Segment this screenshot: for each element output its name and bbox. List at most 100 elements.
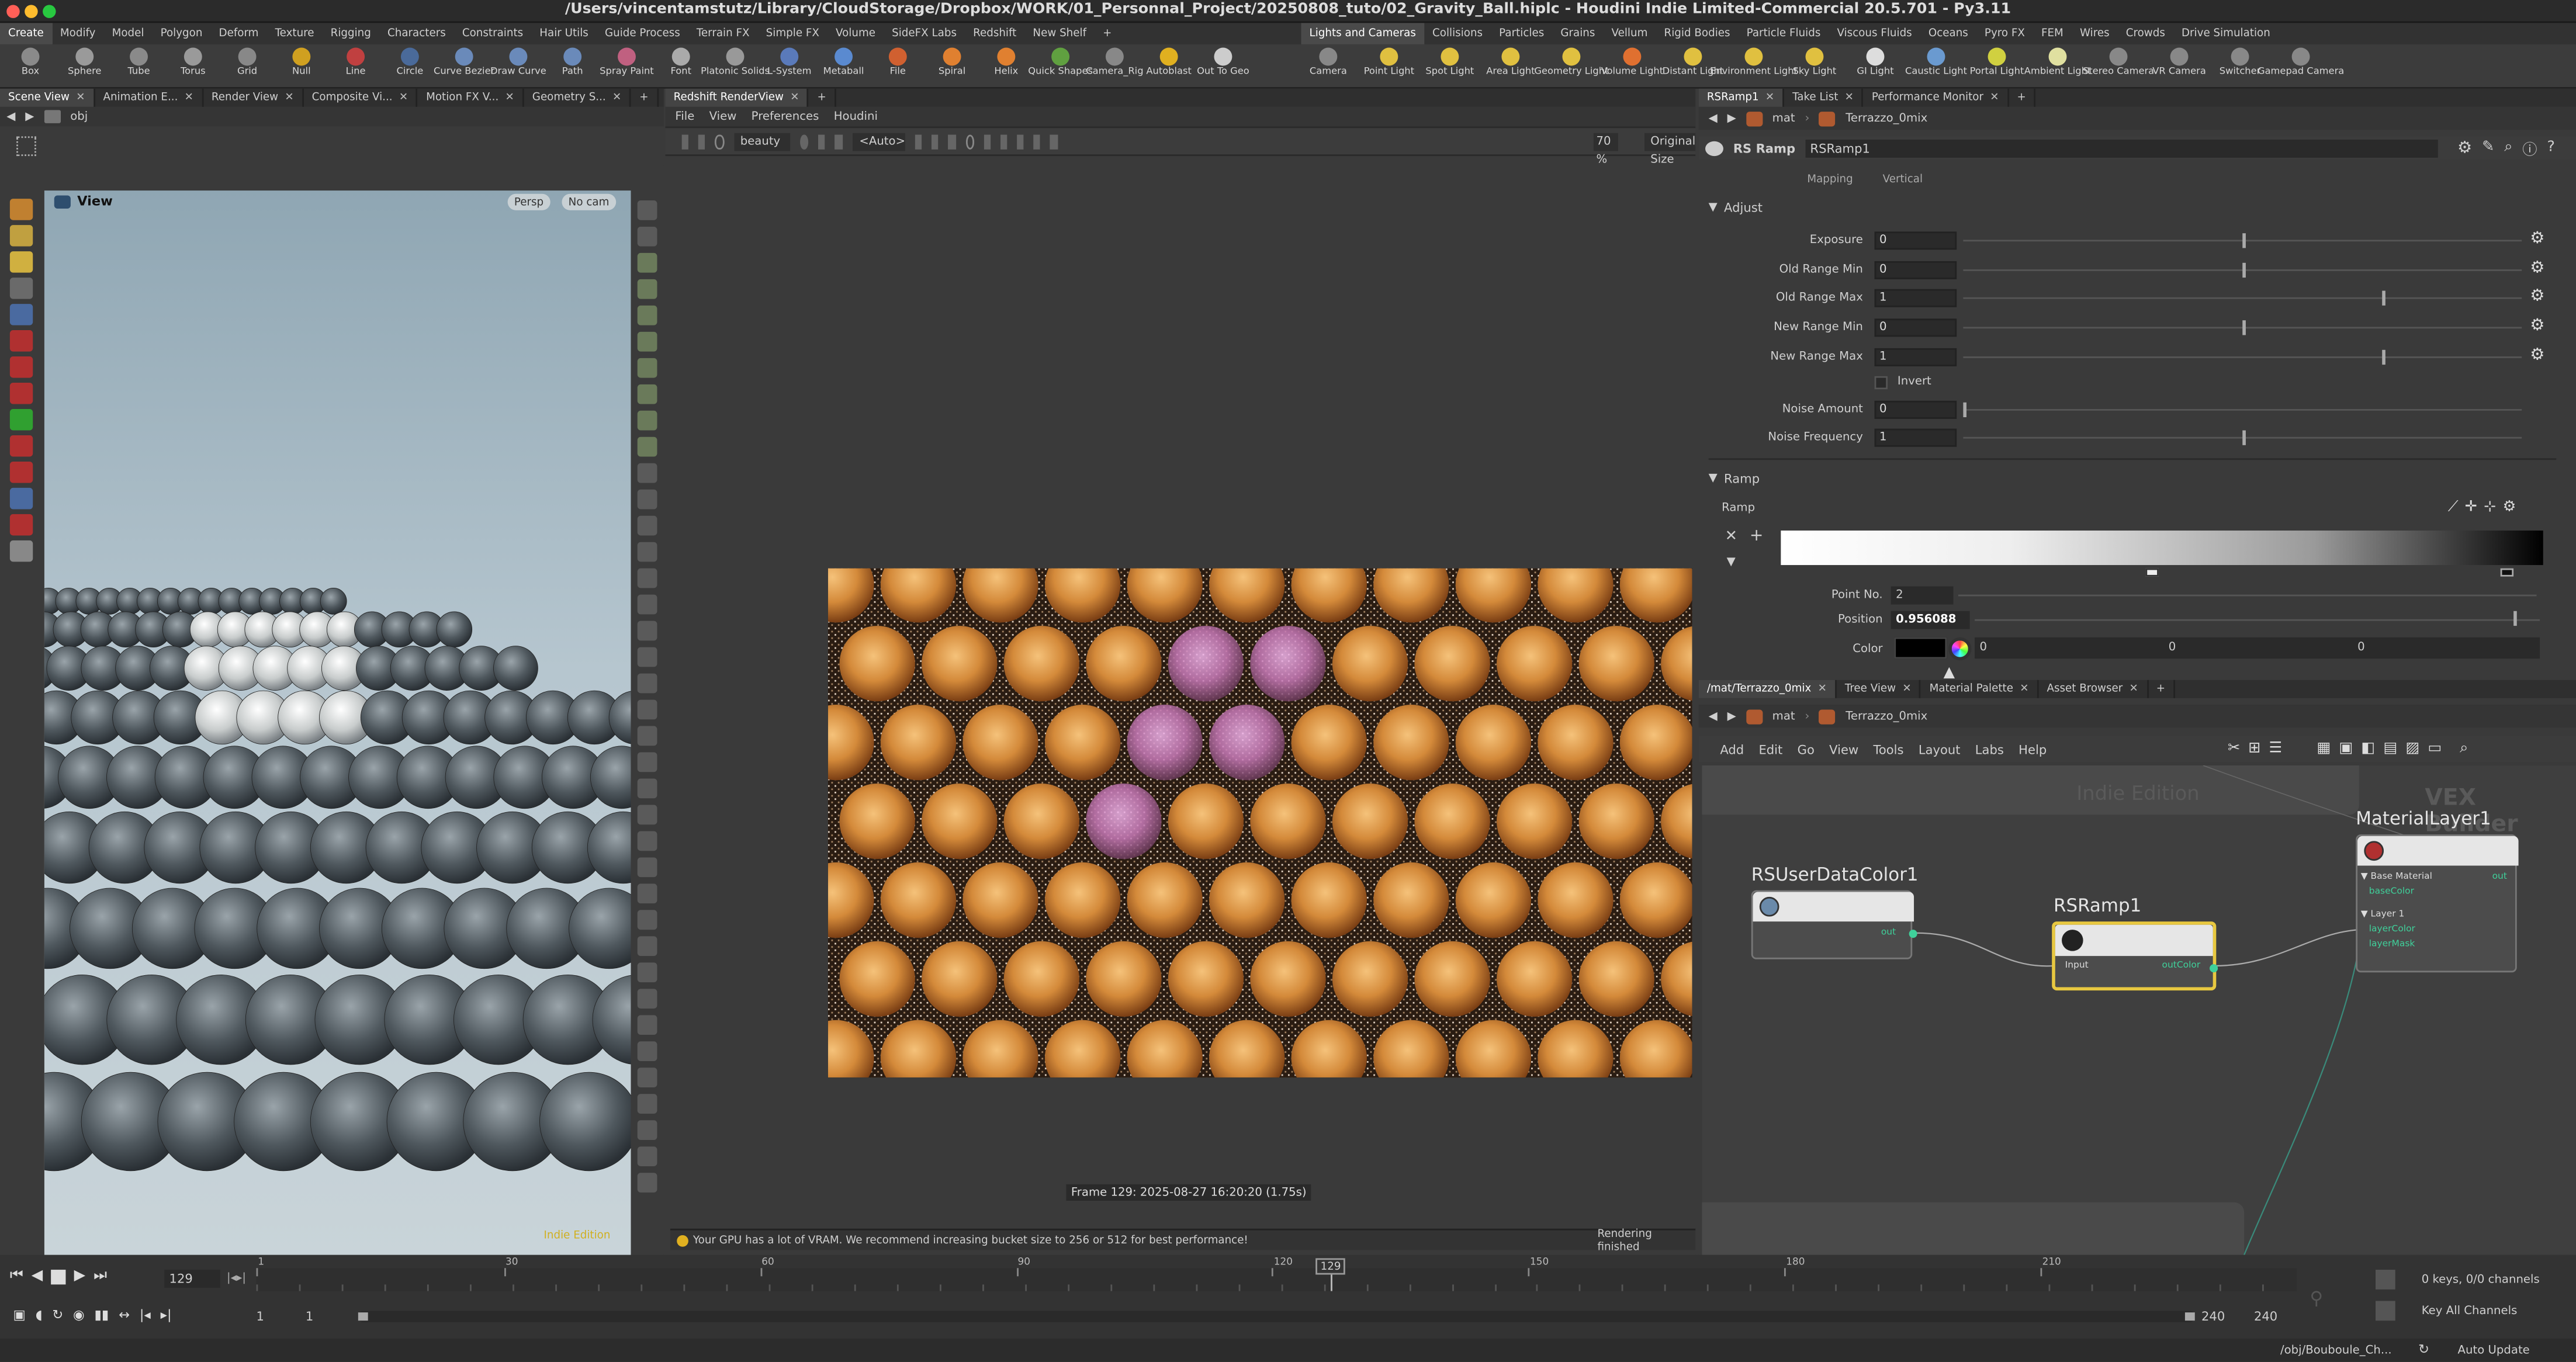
next-key-icon[interactable]: ▸| (161, 1308, 172, 1322)
prev-key-icon[interactable]: |◂ (140, 1308, 151, 1322)
color-g-field[interactable]: 0 (2169, 640, 2176, 653)
pane-tab-tree-view[interactable]: Tree View ✕ (1837, 680, 1921, 698)
viewport-display-icon[interactable] (637, 542, 657, 562)
key-all-icon[interactable] (2375, 1301, 2395, 1321)
image-icon[interactable]: ▨ (2405, 741, 2419, 757)
gear-icon[interactable]: ⚙ (2530, 288, 2546, 306)
shelf-tab-fem[interactable]: FEM (2033, 23, 2072, 44)
viewport-display-icon[interactable] (637, 621, 657, 641)
tool-line[interactable]: Line (328, 43, 383, 88)
viewport-display-icon[interactable] (637, 305, 657, 325)
viewport-display-icon[interactable] (637, 568, 657, 588)
split-icon[interactable]: ⊹ (2484, 500, 2496, 516)
list-icon[interactable]: ☰ (2269, 741, 2283, 757)
add-tab-icon[interactable]: + (2148, 680, 2175, 698)
pane-tab-material-palette[interactable]: Material Palette ✕ (1921, 680, 2039, 698)
timeline-track[interactable]: 1 30 60 90 120 150 180 210 129 (256, 1257, 2297, 1291)
param-node-path-label[interactable]: Terrazzo_0mix (1846, 112, 1927, 124)
close-tab-icon[interactable]: ✕ (285, 91, 293, 103)
pane-tab-motion-fx-v-[interactable]: Motion FX V... ✕ (418, 88, 524, 107)
viewport-display-icon[interactable] (637, 489, 657, 510)
menu-preferences[interactable]: Preferences (752, 110, 819, 123)
compare-icon[interactable] (1017, 134, 1024, 149)
add-point-button[interactable]: + (1750, 528, 1764, 545)
viewport-display-icon[interactable] (637, 831, 657, 851)
shelf-tab-model[interactable]: Model (104, 23, 153, 44)
shelf-tab-guide-process[interactable]: Guide Process (597, 23, 688, 44)
ramp-key-2[interactable] (2500, 568, 2514, 577)
viewport-display-icon[interactable] (637, 857, 657, 878)
viewport-display-icon[interactable] (637, 936, 657, 956)
history-icon[interactable] (1000, 134, 1007, 149)
range-icon[interactable]: ↔ (119, 1308, 130, 1322)
shelf-tab-constraints[interactable]: Constraints (454, 23, 531, 44)
viewport-display-icon[interactable] (637, 1068, 657, 1088)
net-context-label[interactable]: mat (1772, 709, 1795, 722)
end-frame-field[interactable]: 240 (2254, 1309, 2277, 1324)
color-swatch[interactable] (1894, 637, 1947, 659)
scale-tool-icon[interactable] (9, 383, 33, 404)
render-image[interactable] (827, 568, 1692, 1078)
refresh-icon[interactable] (715, 134, 724, 149)
expand-arrow-icon[interactable]: ▼ (1727, 555, 1736, 568)
range-start-handle[interactable] (358, 1312, 368, 1321)
shelf-tab-rigging[interactable]: Rigging (323, 23, 379, 44)
viewport-display-icon[interactable] (637, 410, 657, 431)
render-stop-icon[interactable] (698, 134, 705, 149)
ramp-gradient[interactable] (1781, 531, 2543, 566)
viewport-display-icon[interactable] (637, 699, 657, 720)
grid-view-icon[interactable]: ▦ (2317, 741, 2331, 757)
add-tab-icon[interactable]: + (631, 88, 659, 107)
viewport-display-icon[interactable] (637, 515, 657, 536)
close-tab-icon[interactable]: ✕ (505, 91, 514, 103)
brush-tool-icon[interactable] (9, 251, 33, 273)
viewport-display-icon[interactable] (637, 883, 657, 904)
viewport-display-icon[interactable] (637, 726, 657, 746)
gear-icon[interactable]: ⚙ (2503, 500, 2516, 516)
rotate-tool-icon[interactable] (9, 356, 33, 378)
param-slider-knob[interactable] (2242, 262, 2246, 278)
start-frame-field[interactable]: 1 (257, 1309, 264, 1324)
help-icon[interactable]: ? (2547, 140, 2554, 156)
tool-torus[interactable]: Torus (166, 43, 220, 88)
handle-tool-icon[interactable] (9, 408, 33, 431)
param-field[interactable]: 1 (1874, 289, 1957, 307)
tool-helix[interactable]: Helix (979, 43, 1033, 88)
position-knob[interactable] (2513, 611, 2517, 626)
point-no-slider[interactable] (1958, 594, 2537, 597)
invert-checkbox[interactable] (1874, 376, 1888, 390)
param-field[interactable]: 1 (1874, 428, 1957, 447)
viewport-display-icon[interactable] (637, 331, 657, 352)
shelf-tab-deform[interactable]: Deform (210, 23, 266, 44)
shelf-tab-particle-fluids[interactable]: Particle Fluids (1739, 23, 1829, 44)
status-path[interactable]: /obj/Bouboule_Ch... (2280, 1344, 2392, 1357)
tool-metaball[interactable]: Metaball (816, 43, 871, 88)
shelf-tab-oceans[interactable]: Oceans (1920, 23, 1976, 44)
param-field[interactable]: 1 (1874, 348, 1957, 366)
menu-view[interactable]: View (1829, 741, 1858, 756)
play-reverse-icon[interactable]: ◀ (32, 1268, 43, 1284)
shelf-tab-volume[interactable]: Volume (827, 23, 884, 44)
pane-tab-redshift-renderview[interactable]: Redshift RenderView ✕ (665, 88, 809, 107)
menu-view[interactable]: View (709, 110, 737, 123)
add-tab-icon[interactable]: + (809, 88, 836, 107)
viewport-display-icon[interactable] (637, 1146, 657, 1166)
gear-icon[interactable]: ⚙ (2530, 231, 2546, 248)
close-tab-icon[interactable]: ✕ (1765, 91, 1774, 103)
param-slider-knob[interactable] (2382, 290, 2385, 306)
node-rsramp1[interactable]: Input outColor (2052, 921, 2218, 991)
add-shelf-icon[interactable]: + (1095, 23, 1120, 44)
size-select[interactable]: Original Size (1643, 132, 1696, 165)
viewport-display-icon[interactable] (637, 647, 657, 667)
pane-tab-geometry-s-[interactable]: Geometry S... ✕ (524, 88, 632, 107)
viewport-display-icon[interactable] (637, 752, 657, 772)
shelf-tab-sidefx-labs[interactable]: SideFX Labs (884, 23, 965, 44)
auto-update-menu[interactable]: Auto Update (2458, 1344, 2530, 1357)
viewport-display-icon[interactable] (637, 1041, 657, 1062)
add-tab-icon[interactable]: + (2009, 88, 2036, 107)
tool-spray-paint[interactable]: Spray Paint (600, 43, 654, 88)
persp-menu[interactable]: Persp (507, 193, 550, 210)
shelf-tab-terrain-fx[interactable]: Terrain FX (688, 23, 758, 44)
search-icon[interactable]: ⌕ (2504, 140, 2512, 156)
param-context-label[interactable]: mat (1772, 112, 1795, 124)
